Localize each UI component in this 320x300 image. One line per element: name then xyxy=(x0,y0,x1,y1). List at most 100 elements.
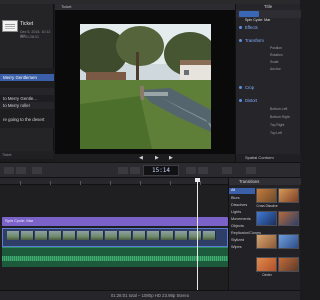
section-icon xyxy=(239,86,242,89)
param-anchor: Anchor xyxy=(270,67,281,71)
category-item[interactable]: Objects xyxy=(231,224,244,228)
inspector-title: Title xyxy=(264,4,273,9)
category-item[interactable]: Wipes xyxy=(231,245,242,249)
transition-tile[interactable] xyxy=(278,211,299,226)
clip-duration: 00:01:28:01 xyxy=(20,35,39,39)
category-item[interactable]: Dissolves xyxy=(231,203,247,207)
filmstrip-frame xyxy=(77,231,90,240)
param-rotation: Rotation xyxy=(270,53,283,57)
category-item[interactable]: Stylized xyxy=(231,238,244,242)
playhead[interactable] xyxy=(195,178,200,290)
category-item[interactable]: Lights xyxy=(231,210,241,214)
clip-title: Ticket xyxy=(20,21,34,27)
transitions-browser: Transitions All Blurs Dissolves Lights M… xyxy=(228,178,301,290)
audio-skimming-button[interactable] xyxy=(186,167,196,174)
transition-tile[interactable] xyxy=(278,257,299,272)
list-item[interactable] xyxy=(0,109,54,116)
param-bottom-left: Bottom Left xyxy=(270,107,288,111)
timeline-ruler[interactable] xyxy=(0,178,228,185)
param-position: Position xyxy=(270,46,283,50)
section-label: Transform xyxy=(245,38,264,43)
transition-tile[interactable] xyxy=(256,188,277,203)
audio-waveform xyxy=(2,256,228,261)
forward-button[interactable]: ▶ xyxy=(169,155,173,161)
browser-footer: Ticket xyxy=(0,151,54,159)
category-item[interactable]: All xyxy=(229,188,255,194)
section-label: Effects xyxy=(245,25,258,30)
spatial-conform-label: Spatial Conform xyxy=(236,154,301,162)
filmstrip-frame xyxy=(35,231,48,240)
section-icon xyxy=(239,99,242,102)
filmstrip-frame xyxy=(91,231,104,240)
transition-tile[interactable] xyxy=(278,188,299,203)
param-scale: Scale xyxy=(270,60,279,64)
clip-thumbnail[interactable] xyxy=(2,20,18,32)
video-clip[interactable] xyxy=(2,228,228,247)
section-effects[interactable]: Effects xyxy=(236,24,301,31)
list-item[interactable]: to Merry Gentle... xyxy=(0,95,54,102)
timeline-toolbar: 15:14 xyxy=(0,162,300,178)
transition-tile[interactable] xyxy=(278,234,299,249)
list-item[interactable] xyxy=(0,88,54,95)
filmstrip-frame xyxy=(7,231,20,240)
rewind-button[interactable]: ◀ xyxy=(139,155,143,161)
timecode-display[interactable]: 15:14 xyxy=(143,165,179,176)
list-item[interactable] xyxy=(0,81,54,88)
list-item[interactable]: to Merry roller xyxy=(0,102,54,109)
transitions-browser-button[interactable] xyxy=(246,167,256,174)
section-icon xyxy=(239,26,242,29)
transition-tile[interactable] xyxy=(256,211,277,226)
audio-clip[interactable] xyxy=(2,247,228,267)
transition-tile[interactable] xyxy=(256,234,277,249)
title-clip[interactable]: Spin Cycle: Mar xyxy=(2,217,228,226)
category-item[interactable]: Movements xyxy=(231,217,251,221)
category-list: All Blurs Dissolves Lights Movements Obj… xyxy=(229,186,261,290)
clip-appearance-button[interactable] xyxy=(16,167,26,174)
connect-clip-button[interactable] xyxy=(118,167,128,174)
event-browser: Ticket Dec 5, 2015, 10:12 AM 00:01:28:01… xyxy=(0,4,54,159)
transitions-header: Transitions xyxy=(229,178,301,185)
filmstrip-frame xyxy=(119,231,132,240)
param-bottom-right: Bottom Right xyxy=(270,115,290,119)
list-item[interactable]: Merry Gentlemen xyxy=(0,74,54,81)
section-transform[interactable]: Transform xyxy=(236,37,301,44)
filmstrip-frame xyxy=(161,231,174,240)
filmstrip-frame xyxy=(203,231,216,240)
transition-label: Center xyxy=(262,273,272,277)
tab-video[interactable] xyxy=(239,11,259,17)
video-viewer[interactable] xyxy=(55,10,235,154)
filmstrip-frame xyxy=(105,231,118,240)
clip-list: Merry Gentlemen to Merry Gentle... to Me… xyxy=(0,68,54,128)
index-button[interactable] xyxy=(4,167,14,174)
effects-browser-button[interactable] xyxy=(222,167,232,174)
filmstrip-frame xyxy=(189,231,202,240)
category-item[interactable]: Blurs xyxy=(231,196,240,200)
section-distort[interactable]: Distort xyxy=(236,97,301,104)
transport-controls: ◀ ▶ ▶ xyxy=(55,154,235,162)
section-icon xyxy=(239,39,242,42)
inspector-clip-name: Spin Cycle: Mar xyxy=(245,18,271,22)
filmstrip-frame xyxy=(133,231,146,240)
filmstrip-frame xyxy=(175,231,188,240)
status-bar: 01:28:01 total – 1080p HD 23.98p Stereo xyxy=(0,290,300,300)
section-crop[interactable]: Crop xyxy=(236,84,301,91)
filmstrip-frame xyxy=(49,231,62,240)
filmstrip-frame xyxy=(63,231,76,240)
timeline[interactable]: Spin Cycle: Mar xyxy=(0,178,228,290)
param-top-right: Top Right xyxy=(270,123,285,127)
filmstrip-frame xyxy=(21,231,34,240)
backyard-scene-image xyxy=(80,24,211,149)
select-tool-button[interactable] xyxy=(32,167,42,174)
transition-label: Cross Dissolve xyxy=(256,204,278,208)
play-button[interactable]: ▶ xyxy=(155,155,159,161)
title-clip-label: Spin Cycle: Mar xyxy=(5,218,34,223)
param-top-left: Top Left xyxy=(270,131,283,135)
filmstrip-frame xyxy=(147,231,160,240)
transition-tile[interactable] xyxy=(256,257,277,272)
section-label: Distort xyxy=(245,98,258,103)
insert-clip-button[interactable] xyxy=(130,167,140,174)
inspector-tabs: Spin Cycle: Mar xyxy=(236,10,301,22)
video-frame xyxy=(80,24,211,149)
list-item[interactable]: re going to the desert xyxy=(0,116,54,123)
snapping-button[interactable] xyxy=(198,167,208,174)
